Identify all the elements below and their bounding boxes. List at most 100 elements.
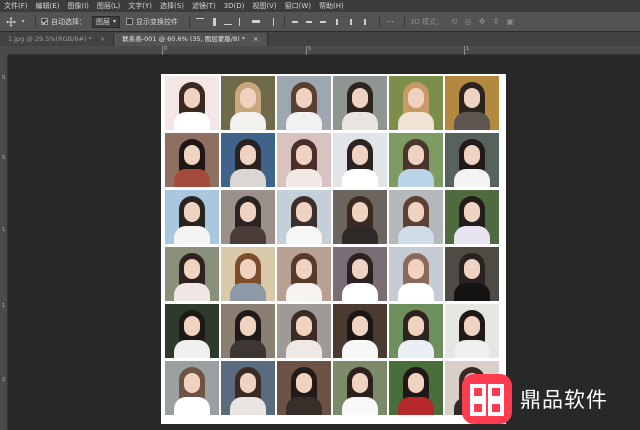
portrait-face <box>240 145 256 165</box>
portrait-body <box>342 226 378 244</box>
auto-align-icon[interactable]: ⋯ <box>385 17 395 27</box>
portrait-body <box>342 397 378 415</box>
ruler-label: 2 <box>2 377 6 383</box>
3d-scale-icon[interactable]: ▣ <box>505 17 515 27</box>
portrait-face <box>296 145 312 165</box>
portrait-thumbnail <box>389 190 443 244</box>
contact-sheet-document[interactable] <box>161 74 506 424</box>
watermark: 鼎品软件 <box>462 368 640 430</box>
portrait-face <box>184 259 200 279</box>
menu-item[interactable]: 文字(Y) <box>124 0 156 12</box>
portrait-face <box>240 259 256 279</box>
3d-roll-icon[interactable]: ◎ <box>463 17 473 27</box>
align-left-icon[interactable] <box>237 17 247 27</box>
portrait-face <box>296 316 312 336</box>
portrait-thumbnail <box>445 76 499 130</box>
portrait-thumbnail <box>165 361 219 415</box>
menu-item[interactable]: 滤镜(T) <box>188 0 220 12</box>
distribute-left-icon[interactable] <box>332 17 342 27</box>
distribute-vertical-center-icon[interactable] <box>304 17 314 27</box>
portrait-thumbnail <box>221 190 275 244</box>
3d-rotate-icon[interactable]: ⟲ <box>449 17 459 27</box>
portrait-thumbnail <box>445 190 499 244</box>
menu-item[interactable]: 帮助(H) <box>315 0 348 12</box>
align-vertical-center-icon[interactable] <box>209 17 219 27</box>
portrait-body <box>286 226 322 244</box>
horizontal-ruler[interactable]: 0 5 1 <box>8 46 640 55</box>
portrait-face <box>352 373 368 393</box>
menu-item[interactable]: 视图(V) <box>248 0 280 12</box>
auto-select-option[interactable]: 自动选择： <box>41 17 86 27</box>
portrait-body <box>398 112 434 130</box>
portrait-body <box>174 397 210 415</box>
menu-item[interactable]: 图层(L) <box>93 0 124 12</box>
document-tab-active[interactable]: 联系表-001 @ 60.6% (35, 图层蒙版/8) * × <box>114 33 268 46</box>
auto-select-checkbox[interactable] <box>41 18 48 25</box>
portrait-face <box>464 316 480 336</box>
portrait-body <box>174 112 210 130</box>
portrait-face <box>240 202 256 222</box>
portrait-body <box>454 226 490 244</box>
portrait-face <box>352 88 368 108</box>
distribute-top-icon[interactable] <box>290 17 300 27</box>
distribute-right-icon[interactable] <box>360 17 370 27</box>
portrait-body <box>342 283 378 301</box>
menu-item[interactable]: 选择(S) <box>156 0 188 12</box>
ruler-corner[interactable] <box>0 46 8 55</box>
portrait-thumbnail <box>165 190 219 244</box>
menu-item[interactable]: 3D(D) <box>220 0 249 12</box>
portrait-body <box>286 283 322 301</box>
portrait-thumbnail <box>165 133 219 187</box>
show-transform-checkbox[interactable] <box>126 18 134 25</box>
menu-item[interactable]: 图像(I) <box>63 0 93 12</box>
auto-select-dropdown[interactable]: 图层 ▾ <box>92 15 121 28</box>
portrait-body <box>286 169 322 187</box>
chevron-down-icon[interactable]: ▾ <box>20 17 26 27</box>
menu-item[interactable]: 窗口(W) <box>281 0 315 12</box>
portrait-thumbnail <box>221 247 275 301</box>
ruler-label: 1 <box>466 46 470 52</box>
align-top-icon[interactable] <box>195 17 205 27</box>
ruler-label: 5 <box>308 46 312 52</box>
portrait-face <box>240 316 256 336</box>
distribute-horizontal-center-icon[interactable] <box>346 17 356 27</box>
portrait-thumbnail <box>277 304 331 358</box>
portrait-body <box>230 226 266 244</box>
portrait-body <box>454 283 490 301</box>
portrait-body <box>174 340 210 358</box>
document-tab[interactable]: 1.jpg @ 29.5%(RGB/8#) * × <box>0 33 115 46</box>
portrait-face <box>184 373 200 393</box>
show-transform-option[interactable]: 显示变换控件 <box>126 17 178 27</box>
close-icon[interactable]: × <box>253 35 258 43</box>
portrait-body <box>230 397 266 415</box>
3d-slide-icon[interactable]: ⇕ <box>491 17 501 27</box>
portrait-thumbnail <box>221 304 275 358</box>
menu-item[interactable]: 文件(F) <box>0 0 32 12</box>
move-tool-icon[interactable] <box>6 16 16 27</box>
portrait-body <box>286 397 322 415</box>
ruler-label: 1 <box>2 303 6 309</box>
distribute-bottom-icon[interactable] <box>318 17 328 27</box>
align-bottom-icon[interactable] <box>223 17 233 27</box>
separator <box>35 15 36 28</box>
portrait-thumbnail <box>277 190 331 244</box>
portrait-face <box>184 88 200 108</box>
ruler-label: 5 <box>2 155 6 161</box>
3d-pan-icon[interactable]: ✥ <box>477 17 487 27</box>
photo-grid <box>165 76 502 415</box>
portrait-face <box>464 259 480 279</box>
close-icon[interactable]: × <box>100 35 105 43</box>
align-horizontal-center-icon[interactable] <box>251 17 261 27</box>
portrait-thumbnail <box>389 76 443 130</box>
portrait-body <box>230 283 266 301</box>
portrait-face <box>296 373 312 393</box>
portrait-face <box>184 316 200 336</box>
portrait-face <box>296 202 312 222</box>
vertical-ruler[interactable]: 0 5 1 1 2 <box>0 55 8 430</box>
align-right-icon[interactable] <box>265 17 275 27</box>
portrait-thumbnail <box>221 361 275 415</box>
options-bar: ▾ 自动选择： 图层 ▾ 显示变换控件 ⋯ 3D 模式： ⟲ ◎ ✥ ⇕ ▣ <box>0 12 640 32</box>
portrait-thumbnail <box>277 133 331 187</box>
portrait-face <box>408 88 424 108</box>
menu-item[interactable]: 编辑(E) <box>32 0 64 12</box>
